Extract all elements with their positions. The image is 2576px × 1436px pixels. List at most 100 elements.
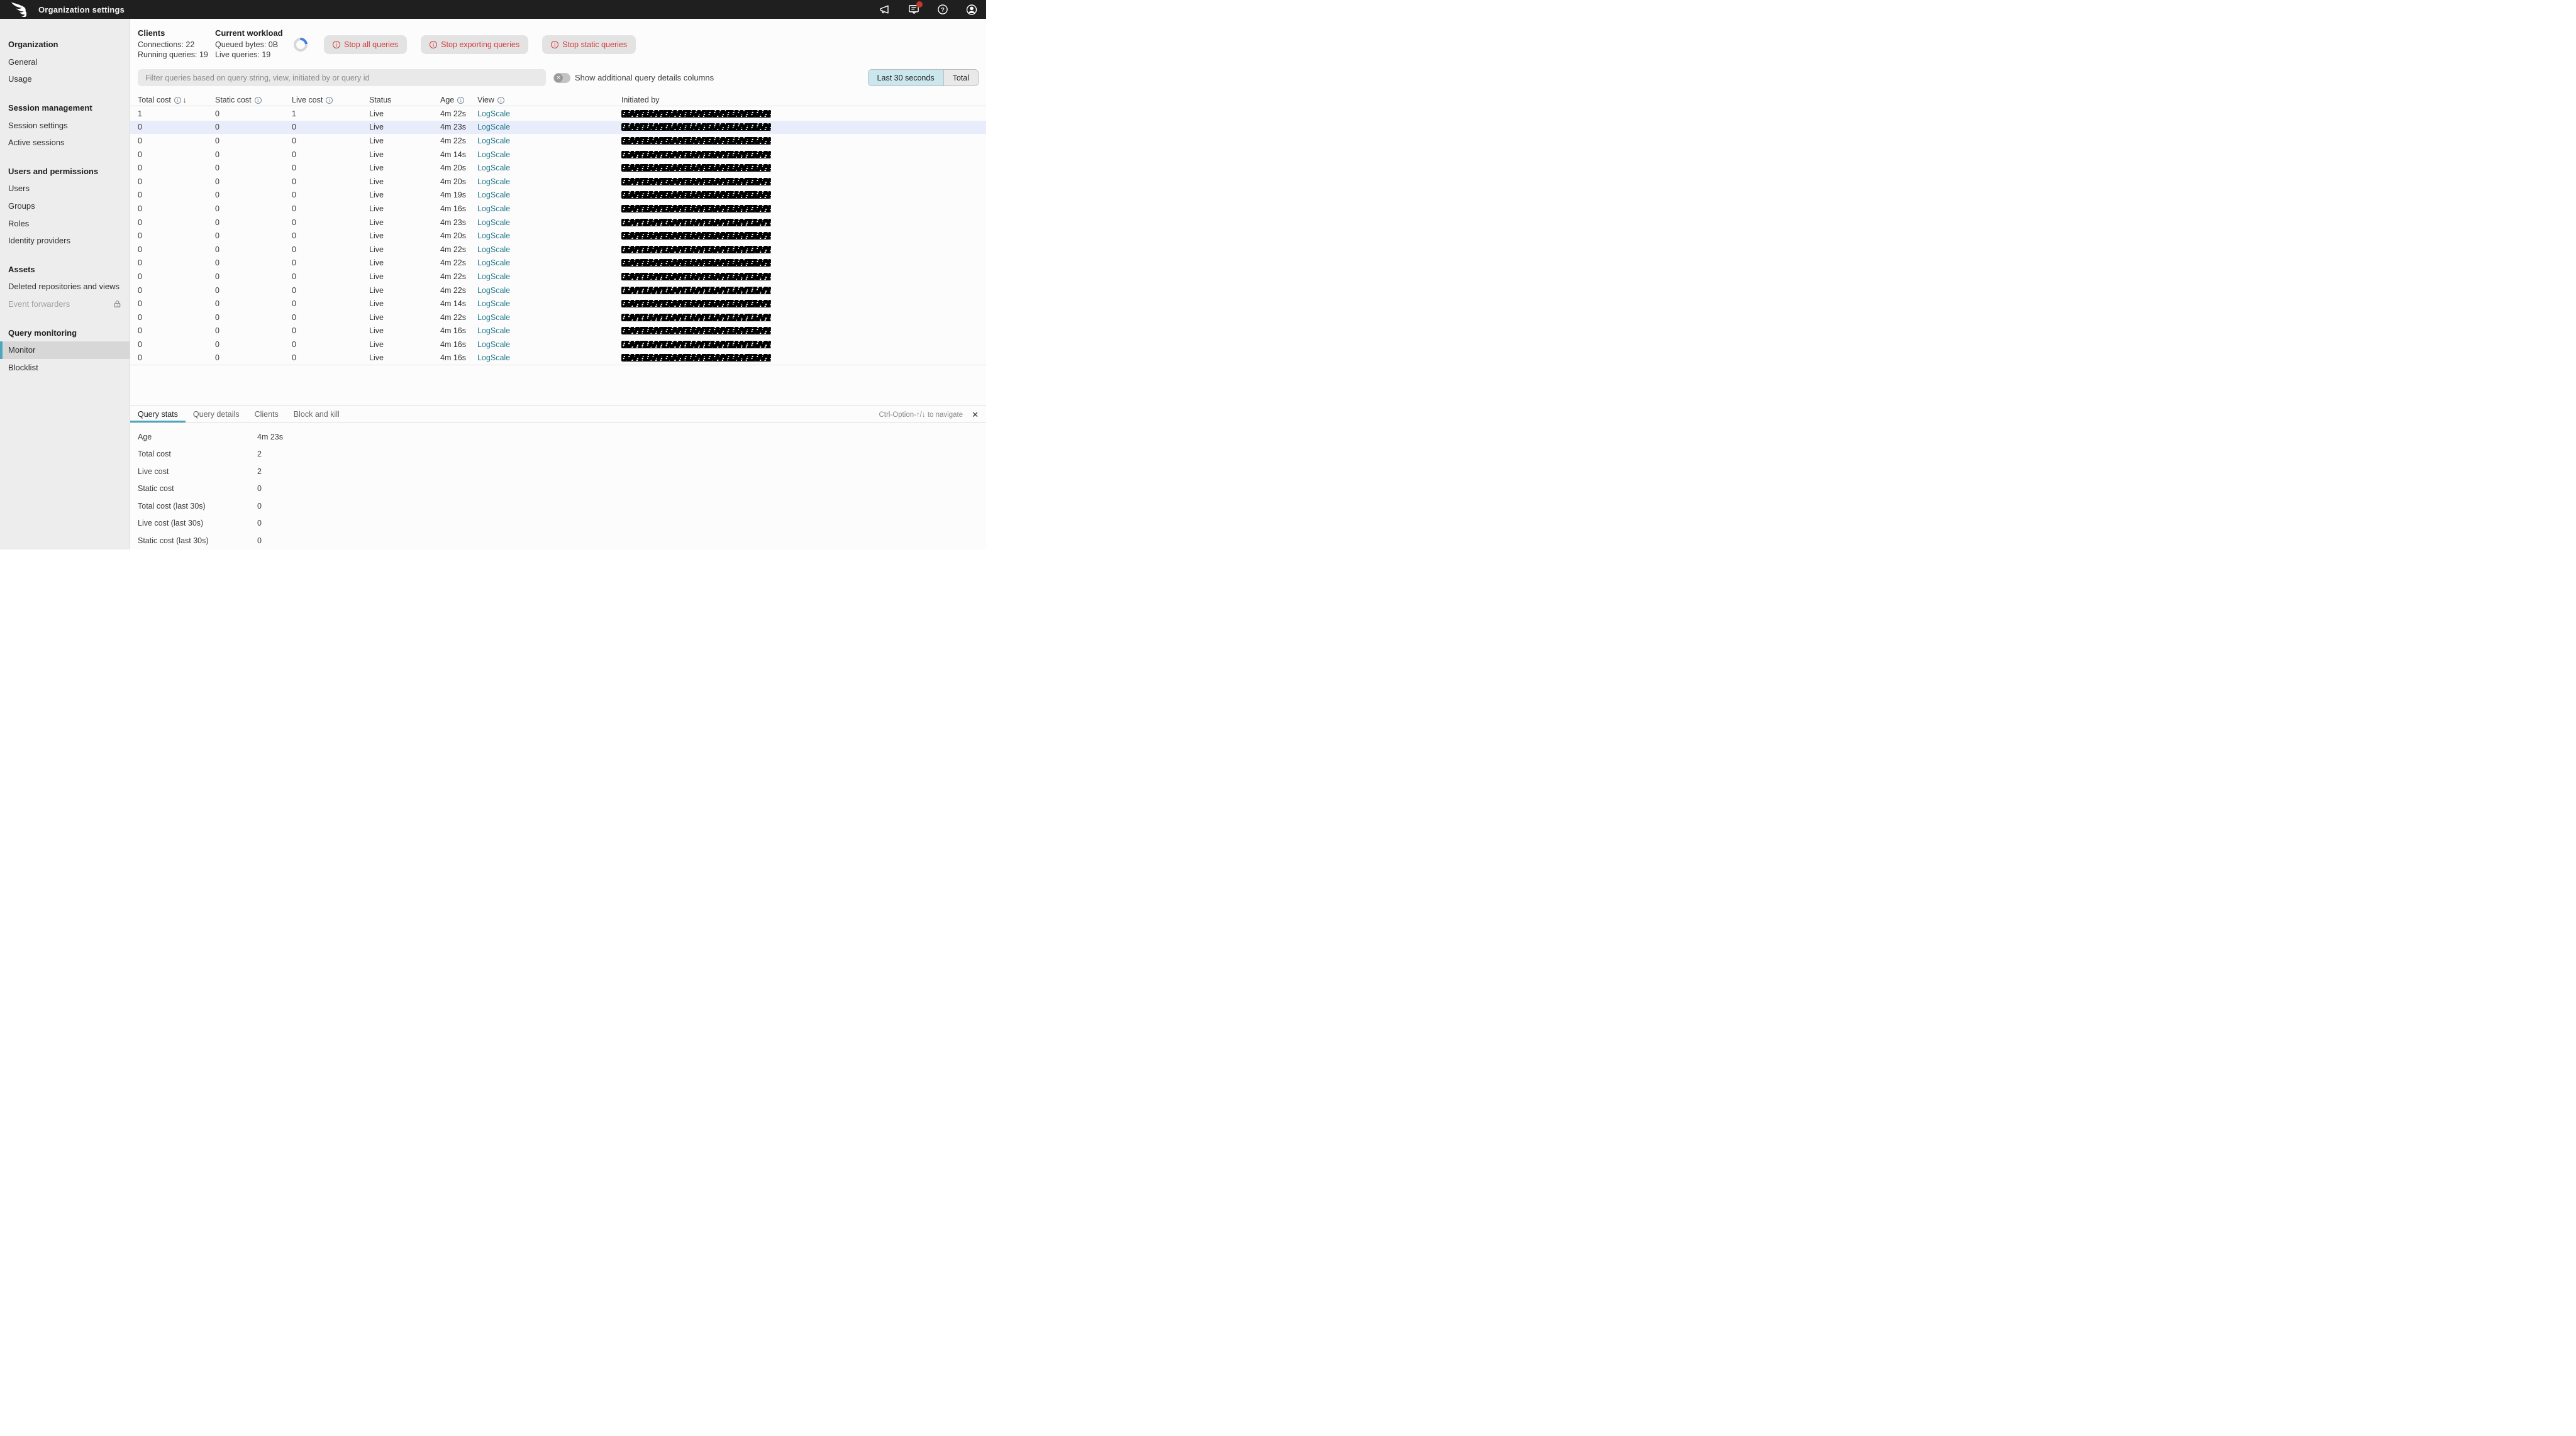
query-row[interactable]: 0 0 0 Live 4m 23s LogScale [130, 216, 986, 229]
tab-clients[interactable]: Clients [247, 406, 286, 423]
query-row[interactable]: 0 0 0 Live 4m 16s LogScale [130, 351, 986, 365]
view-cell: LogScale [477, 258, 621, 267]
view-link[interactable]: LogScale [477, 326, 510, 335]
sidebar-item-active-sessions[interactable]: Active sessions [0, 134, 130, 152]
stop-all-queries-button[interactable]: i Stop all queries [324, 35, 408, 54]
sidebar-item-roles[interactable]: Roles [0, 214, 130, 232]
sidebar-item-monitor[interactable]: Monitor [0, 341, 130, 359]
additional-columns-toggle[interactable]: ✕ [553, 72, 570, 83]
query-row[interactable]: 0 0 0 Live 4m 22s LogScale [130, 257, 986, 270]
view-link[interactable]: LogScale [477, 231, 510, 240]
live-cost-cell: 0 [292, 312, 296, 322]
query-row[interactable]: 0 0 0 Live 4m 22s LogScale [130, 270, 986, 284]
sidebar-item-general[interactable]: General [0, 53, 130, 71]
query-row[interactable]: 0 0 0 Live 4m 22s LogScale [130, 134, 986, 148]
query-row[interactable]: 0 0 0 Live 4m 20s LogScale [130, 175, 986, 189]
query-row[interactable]: 0 0 0 Live 4m 16s LogScale [130, 338, 986, 351]
column-header-total-cost[interactable]: Total cost i ↓ [138, 94, 215, 106]
query-row[interactable]: 0 0 0 Live 4m 19s LogScale [130, 189, 986, 202]
status-cell: Live [369, 353, 384, 363]
status-cell: Live [369, 340, 384, 349]
live-cost-cell: 0 [292, 272, 296, 281]
column-header-live-cost[interactable]: Live cost i [292, 94, 369, 106]
query-row[interactable]: 0 0 0 Live 4m 22s LogScale [130, 311, 986, 324]
sidebar-item-groups[interactable]: Groups [0, 197, 130, 215]
query-row[interactable]: 0 0 0 Live 4m 20s LogScale [130, 161, 986, 175]
query-row[interactable]: 0 0 0 Live 4m 22s LogScale [130, 284, 986, 297]
column-header-static-cost[interactable]: Static cost i [215, 94, 292, 106]
status-cell: Live [369, 163, 384, 173]
help-icon[interactable]: ? [936, 3, 949, 16]
column-header-label: Live cost [292, 96, 323, 104]
view-link[interactable]: LogScale [477, 123, 510, 131]
query-row[interactable]: 0 0 0 Live 4m 14s LogScale [130, 297, 986, 311]
query-row[interactable]: 0 0 0 Live 4m 23s LogScale [130, 120, 986, 135]
view-link[interactable]: LogScale [477, 150, 510, 159]
account-icon[interactable] [965, 3, 978, 16]
sidebar-item-blocklist[interactable]: Blocklist [0, 359, 130, 377]
info-icon[interactable]: i [174, 96, 181, 104]
view-link[interactable]: LogScale [477, 191, 510, 199]
stop-exporting-queries-button[interactable]: i Stop exporting queries [421, 35, 529, 54]
column-header-status[interactable]: Status [369, 94, 440, 106]
view-link[interactable]: LogScale [477, 163, 510, 172]
column-header-age[interactable]: Age i [440, 94, 477, 106]
info-icon[interactable]: i [254, 96, 262, 104]
view-cell: LogScale [477, 109, 621, 118]
announcements-icon[interactable] [879, 3, 891, 16]
query-row[interactable]: 0 0 0 Live 4m 16s LogScale [130, 324, 986, 338]
sidebar-item-deleted-repositories-and-views[interactable]: Deleted repositories and views [0, 278, 130, 295]
detail-field-label: Total cost [138, 450, 171, 459]
query-row[interactable]: 0 0 0 Live 4m 22s LogScale [130, 243, 986, 257]
view-link[interactable]: LogScale [477, 204, 510, 213]
sidebar-item-session-settings[interactable]: Session settings [0, 116, 130, 134]
view-cell: LogScale [477, 340, 621, 349]
redacted-initiated-by [621, 327, 771, 335]
redacted-initiated-by [621, 150, 771, 158]
info-icon[interactable]: i [497, 96, 504, 104]
tab-query-details[interactable]: Query details [186, 406, 247, 423]
view-link[interactable]: LogScale [477, 245, 510, 254]
cost-range-segmented-control: Last 30 seconds Total [867, 69, 979, 86]
info-icon: i [333, 41, 340, 48]
live-cost-cell: 0 [292, 204, 296, 213]
range-total-button[interactable]: Total [943, 70, 978, 86]
range-last-30-seconds-button[interactable]: Last 30 seconds [868, 70, 943, 86]
view-link[interactable]: LogScale [477, 136, 510, 145]
view-link[interactable]: LogScale [477, 299, 510, 308]
view-link[interactable]: LogScale [477, 177, 510, 186]
live-cost-cell: 0 [292, 123, 296, 132]
view-link[interactable]: LogScale [477, 353, 510, 362]
sidebar-item-users[interactable]: Users [0, 180, 130, 197]
sidebar-item-identity-providers[interactable]: Identity providers [0, 232, 130, 250]
view-link[interactable]: LogScale [477, 286, 510, 295]
stop-static-queries-button[interactable]: i Stop static queries [542, 35, 636, 54]
top-bar: Organization settings ? [0, 0, 986, 19]
notifications-icon[interactable] [908, 1, 923, 16]
view-link[interactable]: LogScale [477, 272, 510, 281]
view-link[interactable]: LogScale [477, 109, 510, 118]
view-link[interactable]: LogScale [477, 218, 510, 227]
info-icon[interactable]: i [457, 96, 465, 104]
query-row[interactable]: 0 0 0 Live 4m 14s LogScale [130, 148, 986, 162]
initiated-by-cell [621, 313, 986, 321]
detail-field-label: Age [138, 432, 152, 441]
info-icon[interactable]: i [326, 96, 333, 104]
sidebar-item-event-forwarders[interactable]: Event forwarders [0, 295, 130, 313]
view-link[interactable]: LogScale [477, 340, 510, 349]
view-link[interactable]: LogScale [477, 313, 510, 322]
view-link[interactable]: LogScale [477, 258, 510, 267]
tab-query-stats[interactable]: Query stats [130, 406, 186, 423]
column-header-initiated-by[interactable]: Initiated by [621, 94, 986, 106]
query-filter-input[interactable] [138, 69, 546, 86]
column-header-view[interactable]: View i [477, 94, 621, 106]
cluster-stats-row: Clients Connections: 22 Running queries:… [138, 28, 979, 61]
query-row[interactable]: 0 0 0 Live 4m 16s LogScale [130, 202, 986, 216]
close-icon[interactable]: ✕ [972, 410, 979, 420]
total-cost-cell: 0 [138, 204, 142, 213]
tab-block-and-kill[interactable]: Block and kill [286, 406, 347, 423]
query-row[interactable]: 0 0 0 Live 4m 20s LogScale [130, 229, 986, 243]
query-row[interactable]: 1 0 1 Live 4m 22s LogScale [130, 107, 986, 121]
sidebar-item-usage[interactable]: Usage [0, 70, 130, 88]
age-cell: 4m 22s [440, 258, 466, 268]
